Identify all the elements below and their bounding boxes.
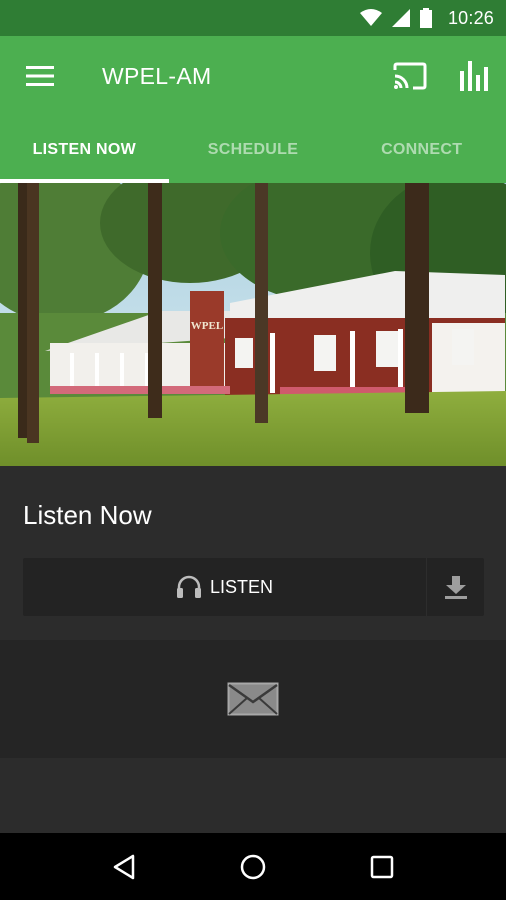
home-icon [240, 854, 266, 879]
navigation-bar [0, 833, 506, 900]
tab-schedule[interactable]: SCHEDULE [169, 116, 338, 183]
tab-label: SCHEDULE [207, 140, 299, 158]
battery-icon [419, 8, 432, 28]
download-button[interactable] [426, 558, 484, 616]
back-icon [114, 854, 135, 879]
app-title: WPEL-AM [102, 62, 212, 89]
recents-icon [370, 855, 393, 878]
tab-label: CONNECT [381, 140, 463, 158]
station-photo: WPEL [0, 183, 506, 466]
tab-bar: LISTEN NOW SCHEDULE CONNECT [0, 116, 506, 183]
listen-row: LISTEN [23, 558, 484, 616]
status-icons: 10:26 [359, 7, 494, 29]
menu-icon [26, 66, 54, 86]
recents-button[interactable] [352, 837, 412, 897]
hero-image: WPEL [0, 183, 506, 466]
app-bar: WPEL-AM [0, 36, 506, 116]
signal-icon [391, 9, 410, 27]
contact-band [0, 640, 506, 758]
tab-label: LISTEN NOW [32, 140, 137, 158]
menu-button[interactable] [0, 36, 80, 116]
status-time: 10:26 [447, 7, 494, 28]
sign-text: WPEL [191, 320, 223, 332]
back-button[interactable] [94, 837, 154, 897]
wifi-icon [359, 9, 382, 26]
equalizer-icon [460, 61, 488, 91]
email-button[interactable] [223, 679, 283, 719]
listen-label: LISTEN [209, 576, 274, 597]
cast-icon [393, 62, 427, 90]
equalizer-button[interactable] [442, 36, 506, 116]
listen-button[interactable]: LISTEN [23, 558, 426, 616]
download-icon [444, 576, 467, 599]
mail-icon [227, 682, 279, 716]
section-title: Listen Now [23, 500, 152, 530]
home-button[interactable] [223, 837, 283, 897]
cast-button[interactable] [378, 36, 442, 116]
tab-listen-now[interactable]: LISTEN NOW [0, 116, 169, 183]
status-bar: 10:26 [0, 0, 506, 36]
headphones-icon [176, 575, 201, 598]
tab-connect[interactable]: CONNECT [337, 116, 506, 183]
listen-now-panel: Listen Now LISTEN [0, 466, 506, 833]
